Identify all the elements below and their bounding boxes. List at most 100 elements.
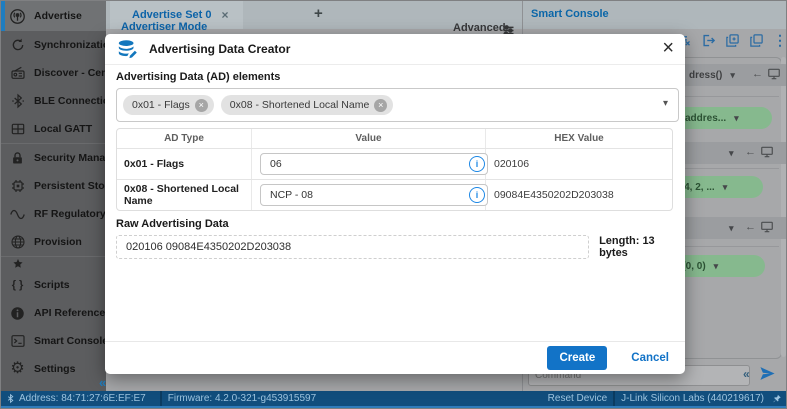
chip-remove-icon[interactable]: ×	[195, 99, 208, 112]
ad-elements-table: AD Type Value HEX Value 0x01 - Flags i 0…	[116, 128, 673, 211]
cancel-button[interactable]: Cancel	[625, 351, 675, 365]
data-creator-icon	[117, 38, 139, 60]
sidebar-item-persistent-storage[interactable]: Persistent Storage	[1, 172, 106, 200]
status-divider	[613, 391, 615, 406]
grid-icon	[9, 121, 26, 138]
sidebar-item-synchronization[interactable]: Synchronization	[1, 31, 106, 59]
create-button[interactable]: Create	[547, 346, 607, 370]
chevron-down-icon: ▾	[730, 70, 735, 81]
terminal-icon	[9, 333, 26, 350]
dialog-body: Advertising Data (AD) elements 0x01 - Fl…	[105, 65, 685, 259]
table-row: 0x01 - Flags i 020106	[117, 149, 672, 179]
assign-to-device-icon-3[interactable]: ←	[745, 220, 774, 234]
console-toolbar: ⋮	[677, 32, 787, 48]
table-row: 0x08 - Shortened Local Name i 09084E4350…	[117, 179, 672, 210]
status-address: Address: 84:71:27:6E:EF:E7	[1, 393, 146, 404]
raw-advertising-data-value: 020106 09084E4350202D203038	[116, 235, 589, 259]
export-log-icon[interactable]	[701, 33, 716, 48]
bluetooth-status-icon	[6, 393, 15, 404]
radio-icon	[9, 65, 26, 82]
chevron-down-icon[interactable]: ▾	[663, 98, 668, 109]
broadcast-icon	[9, 8, 26, 25]
app-window: Advertise Set 0 × + Smart Console Advert…	[0, 0, 787, 409]
add-tab-button[interactable]: +	[314, 5, 323, 22]
close-icon[interactable]: ×	[662, 37, 674, 59]
copy-icon[interactable]	[749, 33, 764, 48]
sidebar-item-label: Local GATT	[34, 123, 92, 135]
pin-icon[interactable]	[772, 393, 782, 404]
table-header-row: AD Type Value HEX Value	[117, 129, 672, 149]
more-options-icon[interactable]: ⋮	[773, 32, 787, 48]
status-bar: Address: 84:71:27:6E:EF:E7 Firmware: 4.2…	[1, 391, 787, 406]
tab-bar: Advertise Set 0 × + Smart Console	[106, 1, 787, 29]
gear-icon: ⚙	[9, 361, 26, 378]
hex-value: 09084E4350202D203038	[486, 189, 672, 201]
braces-icon: { }	[9, 277, 26, 294]
sidebar-item-local-gatt[interactable]: Local GATT	[1, 115, 106, 143]
chip-remove-icon[interactable]: ×	[374, 99, 387, 112]
chip-icon	[9, 178, 26, 195]
sidebar-item-label: Scripts	[34, 279, 70, 291]
sidebar-item-label: Settings	[34, 363, 75, 375]
sidebar-item-settings[interactable]: ⚙ Settings	[1, 355, 106, 383]
col-header-hex-value: HEX Value	[486, 129, 672, 148]
chevron-down-icon: ▾	[714, 261, 719, 272]
info-icon	[9, 305, 26, 322]
ad-elements-label: Advertising Data (AD) elements	[116, 71, 685, 83]
sidebar-item-rf-regulatory-test[interactable]: RF Regulatory Test	[1, 200, 106, 228]
chevron-down-icon: ▾	[729, 148, 734, 159]
lock-icon	[9, 150, 26, 167]
sidebar-item-smart-console[interactable]: Smart Console	[1, 327, 106, 355]
col-header-value: Value	[252, 129, 486, 148]
send-icon[interactable]	[759, 365, 776, 382]
info-icon[interactable]: i	[469, 187, 485, 203]
assign-to-device-icon-1[interactable]: ←	[752, 67, 781, 81]
collapse-command-icon[interactable]: «	[743, 367, 750, 381]
sidebar-item-discover-central[interactable]: Discover - Central	[1, 59, 106, 87]
tab-label: Advertise Set 0	[132, 9, 211, 21]
sidebar-item-label: Synchronization	[34, 39, 116, 51]
sidebar-item-provision[interactable]: Provision	[1, 228, 106, 256]
sidebar-item-partial[interactable]	[1, 256, 106, 271]
jlink-device-label[interactable]: J-Link Silicon Labs (440219617)	[621, 393, 764, 404]
copy-add-icon[interactable]	[725, 33, 740, 48]
sidebar-item-label: Provision	[34, 236, 82, 248]
sidebar-item-ble-connections[interactable]: BLE Connections	[1, 87, 106, 115]
chip-flags[interactable]: 0x01 - Flags ×	[123, 95, 214, 115]
globe-icon	[9, 234, 26, 251]
dialog-header: Advertising Data Creator ×	[105, 34, 685, 65]
status-firmware: Firmware: 4.2.0-321-g453915597	[168, 393, 316, 404]
assign-to-device-icon-2[interactable]: ←	[745, 145, 774, 159]
chevron-down-icon: ▾	[723, 182, 728, 193]
flags-value-input[interactable]	[260, 153, 488, 175]
sidebar-item-advertise[interactable]: Advertise	[1, 1, 106, 31]
chevron-down-icon: ▾	[729, 223, 734, 234]
reset-device-button[interactable]: Reset Device	[548, 393, 607, 404]
sine-icon	[9, 206, 26, 223]
chip-shortened-local-name[interactable]: 0x08 - Shortened Local Name ×	[221, 95, 394, 115]
dialog-title: Advertising Data Creator	[149, 42, 290, 56]
sidebar-item-api-reference[interactable]: API Reference	[1, 299, 106, 327]
raw-advertising-data-label: Raw Advertising Data	[116, 218, 685, 230]
hex-value: 020106	[486, 158, 672, 170]
sidebar-collapse-icon[interactable]: «	[99, 375, 106, 390]
local-name-value-input[interactable]	[260, 184, 488, 206]
advanced-label: Advanced	[453, 22, 506, 34]
console-scrollbar[interactable]	[781, 57, 786, 357]
sidebar-item-security-manager[interactable]: Security Manager	[1, 143, 106, 172]
advertiser-mode-heading: Advertiser Mode	[121, 21, 207, 33]
chevron-down-icon: ▾	[734, 113, 739, 124]
star-icon	[9, 256, 26, 271]
sidebar-item-label: Advertise	[34, 10, 82, 22]
ad-elements-select[interactable]: 0x01 - Flags × 0x08 - Shortened Local Na…	[116, 88, 679, 122]
sidebar-item-scripts[interactable]: { } Scripts	[1, 271, 106, 299]
length-label: Length: 13 bytes	[599, 235, 685, 259]
status-divider	[160, 391, 162, 406]
bluetooth-icon	[9, 93, 26, 110]
sidebar-item-label: API Reference	[34, 307, 105, 319]
smart-console-title: Smart Console	[531, 8, 609, 20]
info-icon[interactable]: i	[469, 156, 485, 172]
tab-close-icon[interactable]: ×	[221, 8, 228, 22]
col-header-ad-type: AD Type	[117, 129, 252, 148]
sidebar: Advertise Synchronization Discover - Cen…	[1, 1, 106, 391]
